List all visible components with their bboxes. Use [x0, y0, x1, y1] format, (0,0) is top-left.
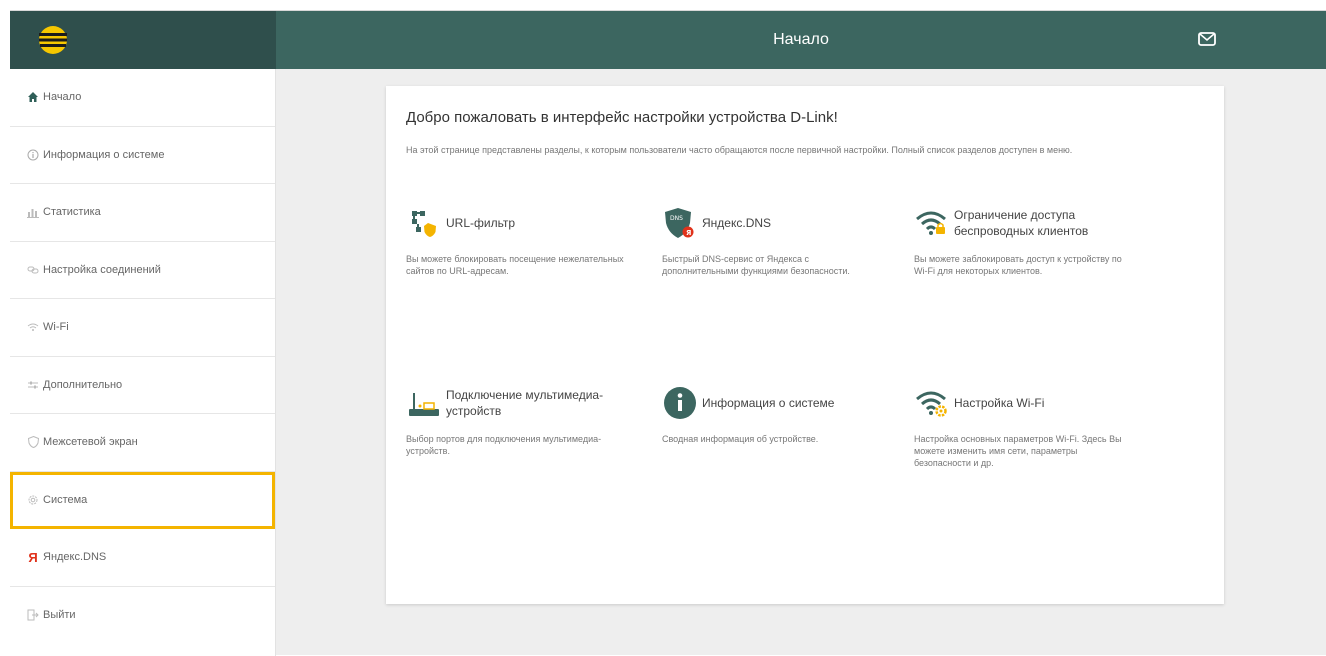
- dns-shield-icon: DNS Я: [665, 208, 694, 238]
- mail-icon[interactable]: [1198, 32, 1216, 46]
- topbar: Начало: [10, 11, 1326, 69]
- sidebar-item-label: Выйти: [43, 609, 76, 622]
- sidebar-item-statistics[interactable]: Статистика: [10, 184, 275, 242]
- beeline-logo-icon[interactable]: [38, 25, 68, 55]
- tile-description: Настройка основных параметров Wi-Fi. Зде…: [914, 434, 1122, 468]
- tile-title: Подключение мультимедиа-устройств: [446, 388, 604, 418]
- tile-title: Настройка Wi-Fi: [954, 396, 1045, 410]
- app-frame: Начало Начало Информация о системе Стати…: [10, 10, 1326, 656]
- intro-text: На этой странице представлены разделы, к…: [406, 145, 1073, 155]
- info-icon: [26, 148, 40, 162]
- sidebar-item-label: Начало: [43, 91, 82, 104]
- tile-wifi-settings[interactable]: Настройка Wi-Fi Настройка основных парам…: [914, 385, 1144, 469]
- sidebar-item-label: Яндекс.DNS: [43, 551, 107, 564]
- info-circle-icon: [664, 387, 696, 419]
- tile-yandex-dns[interactable]: DNS Я Яндекс.DNS Быстрый DNS-сервис от Я…: [662, 205, 892, 277]
- shield-icon: [26, 435, 40, 449]
- tile-title: Информация о системе: [702, 396, 835, 410]
- tile-title: URL-фильтр: [446, 216, 516, 230]
- sidebar-item-label: Настройка соединений: [43, 263, 161, 276]
- wifi-icon: [26, 320, 40, 334]
- yandex-icon: Я: [28, 549, 38, 565]
- sliders-icon: [26, 378, 40, 392]
- sidebar-item-home[interactable]: Начало: [10, 69, 275, 127]
- tile-description: Выбор портов для подключения мультимедиа…: [406, 434, 602, 456]
- wifi-lock-icon: [916, 211, 946, 235]
- link-icon: [26, 263, 40, 277]
- router-icon: [409, 393, 439, 416]
- logo-area: [10, 11, 276, 69]
- chart-icon: [26, 205, 40, 219]
- sidebar-menu: Начало Информация о системе Статистика Н…: [10, 69, 276, 656]
- tile-url-filter[interactable]: URL-фильтр Вы можете блокировать посещен…: [406, 205, 636, 277]
- url-filter-icon: [412, 211, 436, 237]
- sidebar-item-label: Дополнительно: [43, 378, 123, 391]
- tile-description: Сводная информация об устройстве.: [662, 434, 819, 444]
- sidebar-item-logout[interactable]: Выйти: [10, 587, 275, 645]
- sidebar-item-advanced[interactable]: Дополнительно: [10, 357, 275, 414]
- sidebar-item-system-info[interactable]: Информация о системе: [10, 127, 275, 184]
- tile-title: Яндекс.DNS: [702, 216, 772, 230]
- tile-wireless-access-restriction[interactable]: Ограничение доступа беспроводных клиенто…: [914, 205, 1144, 277]
- gear-icon: [26, 493, 40, 507]
- tile-title: Ограничение доступа беспроводных клиенто…: [954, 208, 1089, 238]
- svg-text:Я: Я: [686, 229, 691, 237]
- sidebar-item-label: Статистика: [43, 206, 101, 219]
- sidebar-item-wifi[interactable]: Wi-Fi: [10, 299, 275, 357]
- logout-icon: [26, 608, 40, 622]
- welcome-heading: Добро пожаловать в интерфейс настройки у…: [406, 109, 838, 126]
- title-bar: Начало: [276, 11, 1326, 69]
- sidebar-item-label: Система: [43, 494, 88, 507]
- page-title: Начало: [773, 31, 829, 48]
- tile-description: Вы можете заблокировать доступ к устройс…: [914, 254, 1122, 276]
- sidebar-item-firewall[interactable]: Межсетевой экран: [10, 414, 275, 472]
- home-icon: [26, 90, 40, 104]
- sidebar-item-label: Информация о системе: [43, 148, 165, 161]
- sidebar-item-label: Wi-Fi: [43, 321, 69, 334]
- sidebar-item-label: Межсетевой экран: [43, 436, 138, 449]
- sidebar-item-system[interactable]: Система: [10, 471, 275, 529]
- welcome-card: Добро пожаловать в интерфейс настройки у…: [386, 86, 1224, 604]
- sidebar-item-connections[interactable]: Настройка соединений: [10, 242, 275, 299]
- svg-text:DNS: DNS: [670, 215, 683, 222]
- tile-system-info[interactable]: Информация о системе Сводная информация …: [662, 385, 892, 445]
- wifi-gear-icon: [916, 391, 947, 417]
- tile-description: Вы можете блокировать посещение нежелате…: [406, 254, 624, 276]
- tile-multimedia-devices[interactable]: Подключение мультимедиа-устройств Выбор …: [406, 385, 636, 457]
- tile-description: Быстрый DNS-сервис от Яндекса с дополнит…: [662, 254, 850, 276]
- sidebar-item-yandex-dns[interactable]: Я Яндекс.DNS: [10, 529, 275, 587]
